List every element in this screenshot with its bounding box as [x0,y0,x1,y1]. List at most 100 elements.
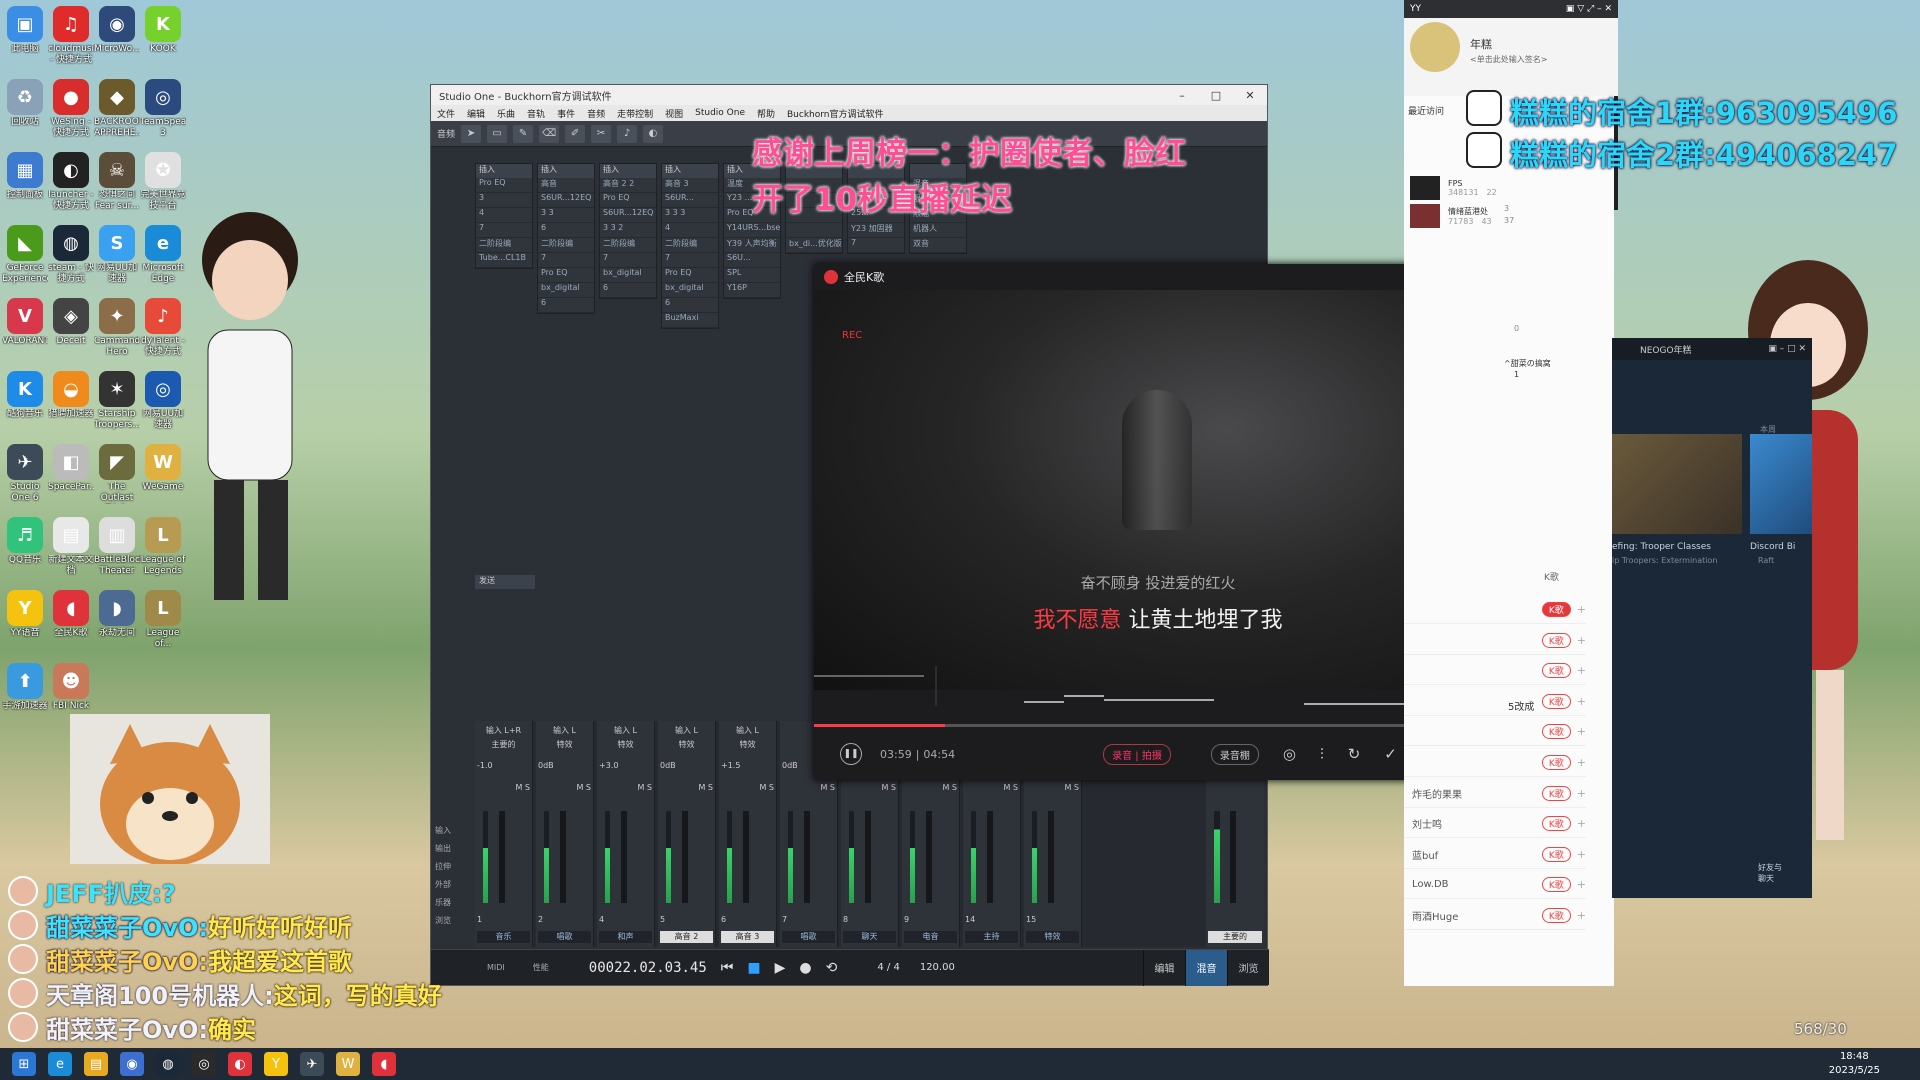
channel-output[interactable]: 特效 [538,739,591,750]
section-tab[interactable]: 混音 [1185,949,1227,986]
check-icon[interactable]: ✓ [1384,745,1397,763]
insert-slot[interactable]: 7 [662,253,718,268]
channel-fader[interactable] [987,811,993,903]
eraser-tool-icon[interactable]: ⌫ [539,124,560,143]
insert-slot[interactable]: 7 [848,238,904,253]
desktop-icon[interactable]: ♬ QQ音乐 [2,513,48,585]
insert-slot[interactable]: 二阶段编 [600,238,656,253]
taskbar-clock[interactable]: 18:48 2023/5/25 [1829,1050,1880,1078]
channel-input[interactable]: 输入 L [538,725,591,736]
mute-tool-icon[interactable]: ♪ [617,124,638,143]
insert-slot[interactable]: 3 3 3 [662,208,718,223]
section-tab[interactable]: 编辑 [1143,949,1185,986]
mixer-side-label[interactable]: 外部 [435,879,471,897]
channel-name[interactable]: 特效 [1026,931,1079,943]
game-thumbnail-2[interactable] [1750,434,1812,534]
channel-input[interactable]: 输入 L+R [477,725,530,736]
menu-item[interactable]: Buckhorn官方调试软件 [787,107,884,120]
chrome-icon[interactable]: ◉ [120,1052,144,1076]
desktop-icon[interactable]: K KOOK [140,2,186,74]
play-icon[interactable]: ▶ [775,960,786,976]
insert-slot[interactable]: bx_digital [538,283,594,298]
desktop-icon[interactable]: ♻ 回收站 [2,75,48,147]
karaoke-sing-button[interactable]: K歌 [1541,693,1571,709]
insert-slot[interactable]: S6UR...12EQ [600,208,656,223]
menu-item[interactable]: 帮助 [757,107,775,120]
desktop-icon[interactable]: ● WeSing - 快捷方式 [48,75,94,147]
desktop-icon[interactable]: V VALORANT [2,294,48,366]
song-list-item[interactable]: K歌 + [1404,596,1586,624]
insert-slot[interactable]: 3 3 2 [600,223,656,238]
desktop-icon[interactable]: ♫ cloudmusic - 快捷方式 [48,2,94,74]
wegame-icon[interactable]: W [336,1052,360,1076]
explorer-icon[interactable]: ▤ [84,1052,108,1076]
insert-slot[interactable] [786,223,842,238]
range-tool-icon[interactable]: ▭ [487,124,508,143]
desktop-icon[interactable]: Y YY语音 [2,586,48,658]
channel-name[interactable]: 和声 [599,931,652,943]
channel-gain[interactable]: 0dB [538,761,591,770]
mute-solo-buttons[interactable]: M S [965,783,1018,792]
insert-slot[interactable]: 4 [476,208,532,223]
steam-icon[interactable]: ◍ [156,1052,180,1076]
add-icon[interactable]: + [1577,817,1586,830]
desktop-icon[interactable]: ◎TeamSpeak 3 [140,75,186,147]
channel-name[interactable]: 主持 [965,931,1018,943]
insert-slot[interactable]: 3 [476,193,532,208]
insert-slot[interactable]: Pro EQ [538,268,594,283]
insert-slot[interactable]: SPL [724,268,780,283]
insert-slot[interactable]: Y16P [724,283,780,298]
insert-slot[interactable]: S6UR... [662,193,718,208]
mute-solo-buttons[interactable]: M S [904,783,957,792]
insert-slot[interactable]: BuzMaxi [662,313,718,328]
desktop-icon[interactable]: ▦ 控制面板 [2,148,48,220]
channel-fader[interactable] [926,811,932,903]
song-list-item[interactable]: K歌 + [1404,688,1586,716]
song-list-item[interactable]: K歌 + [1404,718,1586,747]
insert-slot[interactable]: 7 [600,253,656,268]
window-controls[interactable]: ▣ – □ ✕ [1768,344,1812,354]
desktop-icon[interactable]: ✶ Starship Troopers... [94,367,140,439]
insert-slot[interactable]: 二阶段编 [476,238,532,253]
add-icon[interactable]: + [1577,603,1586,616]
menu-item[interactable]: Studio One [695,108,745,118]
mixer-side-label[interactable]: 拉伸 [435,861,471,879]
desktop-icon[interactable]: ◐ launcher - 快捷方式 [48,148,94,220]
desktop-icon[interactable]: K 酷狗音乐 [2,367,48,439]
obs-icon[interactable]: ◎ [192,1052,216,1076]
yy-room[interactable]: FPS 348131 22 [1410,174,1610,202]
mixer-side-label[interactable]: 乐器 [435,897,471,915]
channel-gain[interactable]: +3.0 [599,761,652,770]
channel-fader[interactable] [621,811,627,903]
yy-window-controls[interactable]: ▣ ▽ ⤢ – ✕ [1566,0,1618,18]
karaoke-taskbar-icon[interactable]: ◖ [372,1052,396,1076]
desktop-icon[interactable]: ☠ 恐惧之间 Fear sur... [94,148,140,220]
insert-slot[interactable]: bx_digital [600,268,656,283]
insert-slot[interactable]: 3 3 [538,208,594,223]
desktop-icon[interactable]: ◒ 猎聘加速器 [48,367,94,439]
channel-fader[interactable] [804,811,810,903]
mute-solo-buttons[interactable]: M S [843,783,896,792]
yy-avatar[interactable] [1410,22,1460,72]
game-tab-label[interactable]: 本周 [1760,424,1776,435]
insert-slot[interactable]: bx_di...优化版 [786,238,842,253]
desktop-icon[interactable]: ✦Cammando Hero [94,294,140,366]
add-icon[interactable]: + [1577,909,1586,922]
channel-gain[interactable]: 0dB [660,761,713,770]
insert-slot[interactable]: 高音 3 [662,178,718,193]
song-list-item[interactable]: 炸毛的果果 K歌 + [1404,780,1586,808]
channel-name[interactable]: 高音 2 [660,931,713,943]
channel-fader[interactable] [743,811,749,903]
maximize-icon[interactable]: □ [1199,89,1233,102]
menu-item[interactable]: 文件 [437,107,455,120]
karaoke-sing-button[interactable]: K歌 [1541,908,1571,923]
channel-fader[interactable] [560,811,566,903]
insert-slot[interactable]: 4 [662,223,718,238]
add-icon[interactable]: + [1577,634,1586,647]
karaoke-sing-button[interactable]: K歌 [1541,816,1571,832]
insert-slot[interactable]: 6 [600,283,656,298]
insert-slot[interactable]: 高音 [538,178,594,193]
insert-slot[interactable]: Pro EQ [662,268,718,283]
insert-slot[interactable]: 7 [538,253,594,268]
yy-icon[interactable]: Y [264,1052,288,1076]
